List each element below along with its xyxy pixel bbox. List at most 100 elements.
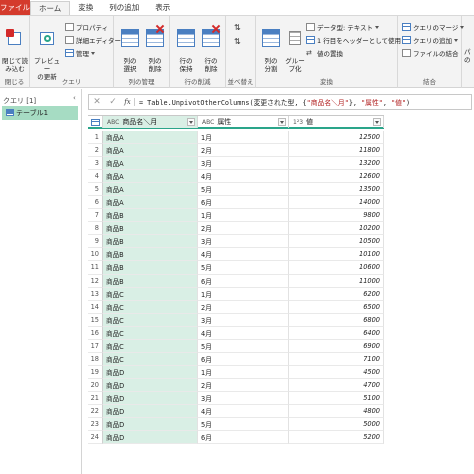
table-row[interactable]: 15 商品C 3月 6800 bbox=[88, 313, 384, 327]
table-row[interactable]: 6 商品A 6月 14000 bbox=[88, 196, 384, 210]
value-cell[interactable]: 6500 bbox=[289, 300, 384, 314]
row-number[interactable]: 8 bbox=[88, 222, 103, 236]
product-cell[interactable]: 商品D bbox=[103, 391, 198, 405]
product-cell[interactable]: 商品D bbox=[103, 418, 198, 432]
fx-icon[interactable]: fx bbox=[121, 98, 135, 106]
product-cell[interactable]: 商品B bbox=[103, 261, 198, 275]
table-corner-menu[interactable] bbox=[88, 116, 103, 128]
value-cell[interactable]: 14000 bbox=[289, 196, 384, 210]
row-number[interactable]: 6 bbox=[88, 196, 103, 210]
column-filter-dropdown[interactable] bbox=[187, 118, 195, 126]
product-cell[interactable]: 商品A bbox=[103, 157, 198, 171]
product-cell[interactable]: 商品B bbox=[103, 248, 198, 262]
row-number[interactable]: 12 bbox=[88, 274, 103, 288]
value-cell[interactable]: 5000 bbox=[289, 418, 384, 432]
row-number[interactable]: 20 bbox=[88, 378, 103, 392]
value-cell[interactable]: 4500 bbox=[289, 365, 384, 379]
formula-input[interactable]: = Table.UnpivotOtherColumns(変更された型, {"商品… bbox=[135, 97, 410, 107]
value-cell[interactable]: 6400 bbox=[289, 326, 384, 340]
product-cell[interactable]: 商品C bbox=[103, 287, 198, 301]
column-filter-dropdown[interactable] bbox=[278, 118, 286, 126]
row-number[interactable]: 15 bbox=[88, 313, 103, 327]
value-cell[interactable]: 9800 bbox=[289, 209, 384, 223]
use-first-row-as-headers-button[interactable]: 1 行目をヘッダーとして使用 bbox=[306, 35, 408, 45]
value-cell[interactable]: 4800 bbox=[289, 404, 384, 419]
merge-queries-button[interactable]: クエリのマージ bbox=[402, 22, 465, 32]
product-cell[interactable]: 商品C bbox=[103, 352, 198, 366]
row-number[interactable]: 19 bbox=[88, 365, 103, 379]
product-cell[interactable]: 商品C bbox=[103, 300, 198, 314]
value-cell[interactable]: 10500 bbox=[289, 235, 384, 249]
column-header-product[interactable]: ABC 商品名＼月 bbox=[103, 116, 198, 128]
attribute-cell[interactable]: 4月 bbox=[198, 404, 289, 419]
table-row[interactable]: 10 商品B 4月 10100 bbox=[88, 248, 384, 262]
attribute-cell[interactable]: 3月 bbox=[198, 157, 289, 171]
tab-transform[interactable]: 変換 bbox=[70, 0, 101, 15]
group-by-button[interactable]: グルー プ化 bbox=[281, 21, 309, 73]
sort-descending-button[interactable]: ⇅ bbox=[234, 36, 241, 46]
row-number[interactable]: 17 bbox=[88, 339, 103, 353]
tab-file[interactable]: ファイル bbox=[0, 0, 30, 15]
tab-add-column[interactable]: 列の追加 bbox=[101, 0, 147, 15]
table-row[interactable]: 21 商品D 3月 5100 bbox=[88, 391, 384, 405]
attribute-cell[interactable]: 6月 bbox=[198, 431, 289, 445]
product-cell[interactable]: 商品A bbox=[103, 144, 198, 158]
table-row[interactable]: 19 商品D 1月 4500 bbox=[88, 365, 384, 379]
product-cell[interactable]: 商品D bbox=[103, 431, 198, 445]
manage-button[interactable]: 管理 bbox=[65, 48, 95, 58]
value-cell[interactable]: 13500 bbox=[289, 183, 384, 197]
attribute-cell[interactable]: 6月 bbox=[198, 196, 289, 210]
advanced-editor-button[interactable]: 詳細エディター bbox=[65, 35, 121, 45]
table-row[interactable]: 7 商品B 1月 9800 bbox=[88, 209, 384, 223]
remove-rows-button[interactable]: 行の 削除 bbox=[197, 21, 225, 73]
properties-button[interactable]: プロパティ bbox=[65, 22, 108, 32]
product-cell[interactable]: 商品D bbox=[103, 365, 198, 379]
table-row[interactable]: 16 商品C 4月 6400 bbox=[88, 326, 384, 340]
attribute-cell[interactable]: 2月 bbox=[198, 300, 289, 314]
attribute-cell[interactable]: 1月 bbox=[198, 131, 289, 145]
table-row[interactable]: 23 商品D 5月 5000 bbox=[88, 418, 384, 432]
row-number[interactable]: 2 bbox=[88, 144, 103, 158]
product-cell[interactable]: 商品B bbox=[103, 222, 198, 236]
attribute-cell[interactable]: 6月 bbox=[198, 352, 289, 366]
product-cell[interactable]: 商品B bbox=[103, 209, 198, 223]
product-cell[interactable]: 商品A bbox=[103, 196, 198, 210]
product-cell[interactable]: 商品C bbox=[103, 313, 198, 327]
cancel-formula-icon[interactable]: ✕ bbox=[89, 97, 105, 107]
table-row[interactable]: 20 商品D 2月 4700 bbox=[88, 378, 384, 392]
value-cell[interactable]: 5100 bbox=[289, 391, 384, 405]
row-number[interactable]: 18 bbox=[88, 352, 103, 366]
attribute-cell[interactable]: 1月 bbox=[198, 209, 289, 223]
value-cell[interactable]: 10200 bbox=[289, 222, 384, 236]
column-header-value[interactable]: 1²3 値 bbox=[289, 116, 384, 128]
value-cell[interactable]: 12600 bbox=[289, 170, 384, 184]
attribute-cell[interactable]: 5月 bbox=[198, 418, 289, 432]
product-cell[interactable]: 商品B bbox=[103, 274, 198, 288]
row-number[interactable]: 16 bbox=[88, 326, 103, 340]
table-row[interactable]: 18 商品C 6月 7100 bbox=[88, 352, 384, 366]
replace-values-button[interactable]: ⇄ 値の置換 bbox=[306, 48, 343, 58]
refresh-preview-button[interactable]: プレビュー の更新 bbox=[33, 21, 61, 81]
close-and-load-button[interactable]: 閉じて読 み込む bbox=[1, 21, 29, 73]
row-number[interactable]: 21 bbox=[88, 391, 103, 405]
attribute-cell[interactable]: 6月 bbox=[198, 274, 289, 288]
append-queries-button[interactable]: クエリの追加 bbox=[402, 35, 458, 45]
row-number[interactable]: 9 bbox=[88, 235, 103, 249]
product-cell[interactable]: 商品D bbox=[103, 404, 198, 419]
collapse-pane-icon[interactable]: ‹ bbox=[73, 94, 76, 102]
table-row[interactable]: 13 商品C 1月 6200 bbox=[88, 287, 384, 301]
data-type-dropdown[interactable]: データ型: テキスト bbox=[306, 22, 380, 32]
attribute-cell[interactable]: 4月 bbox=[198, 248, 289, 262]
value-cell[interactable]: 10100 bbox=[289, 248, 384, 262]
value-cell[interactable]: 6200 bbox=[289, 287, 384, 301]
value-cell[interactable]: 6800 bbox=[289, 313, 384, 327]
attribute-cell[interactable]: 3月 bbox=[198, 235, 289, 249]
combine-files-button[interactable]: ファイルの結合 bbox=[402, 48, 459, 58]
tab-home[interactable]: ホーム bbox=[30, 1, 71, 15]
row-number[interactable]: 14 bbox=[88, 300, 103, 314]
table-row[interactable]: 8 商品B 2月 10200 bbox=[88, 222, 384, 236]
attribute-cell[interactable]: 4月 bbox=[198, 326, 289, 340]
row-number[interactable]: 7 bbox=[88, 209, 103, 223]
attribute-cell[interactable]: 3月 bbox=[198, 313, 289, 327]
attribute-cell[interactable]: 1月 bbox=[198, 287, 289, 301]
